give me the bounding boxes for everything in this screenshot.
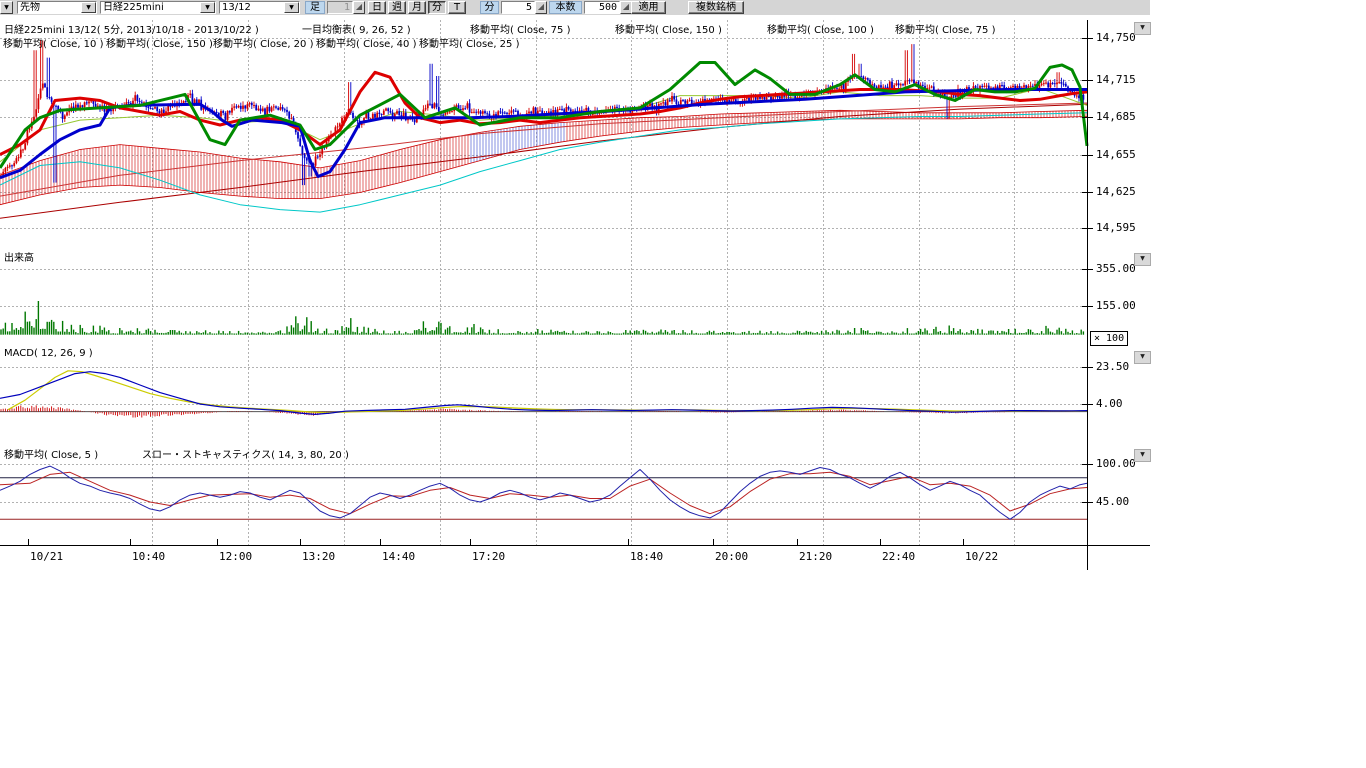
volume-panel-label: 出来高 [4,249,34,264]
y-tick-label: 14,625 [1096,185,1136,198]
x-tick-label: 20:00 [715,550,748,563]
stoch-panel-label: スロー・ストキャスティクス( 14, 3, 80, 20 ) [142,446,349,461]
y-tick-label: 355.00 [1096,262,1136,275]
x-tick-label: 22:40 [882,550,915,563]
x-tick-label: 12:00 [219,550,252,563]
legend-item: 移動平均( Close, 150 ) [106,35,213,50]
x-tick-label: 18:40 [630,550,663,563]
legend-item: 一目均衡表( 9, 26, 52 ) [302,21,411,36]
x-tick-label: 13:20 [302,550,335,563]
legend-item: 移動平均( Close, 10 ) [3,35,103,50]
legend-item: 移動平均( Close, 150 ) [615,21,722,36]
x-tick-label: 10/22 [965,550,998,563]
x-tick-label: 10:40 [132,550,165,563]
y-tick-label: 100.00 [1096,457,1136,470]
macd-panel-label: MACD( 12, 26, 9 ) [4,348,93,359]
axis-scale-dropdown-icon[interactable]: ▼ [1134,22,1151,35]
legend-item: 移動平均( Close, 25 ) [419,35,519,50]
x-tick-label: 21:20 [799,550,832,563]
legend-item: 移動平均( Close, 75 ) [895,21,995,36]
y-tick-label: 14,655 [1096,148,1136,161]
y-tick-label: 4.00 [1096,397,1123,410]
chart-canvas[interactable] [0,0,1366,768]
y-tick-label: 14,685 [1096,110,1136,123]
x-tick-label: 10/21 [30,550,63,563]
x-tick-label: 17:20 [472,550,505,563]
axis-scale-dropdown-icon[interactable]: ▼ [1134,351,1151,364]
legend-item: 移動平均( Close, 75 ) [470,21,570,36]
y-tick-label: 23.50 [1096,360,1129,373]
legend-item: 移動平均( Close, 40 ) [316,35,416,50]
app-window: ▼ 先物 ▼ 日経225mini ▼ 13/12 ▼ 足 1 ◢ 日 週 月 分… [0,0,1366,768]
legend-item: 移動平均( Close, 20 ) [213,35,313,50]
y-tick-label: 155.00 [1096,299,1136,312]
stoch-panel-label: 移動平均( Close, 5 ) [4,446,98,461]
x-tick-label: 14:40 [382,550,415,563]
y-tick-label: 45.00 [1096,495,1129,508]
volume-multiplier-badge: × 100 [1090,331,1128,346]
axis-scale-dropdown-icon[interactable]: ▼ [1134,449,1151,462]
y-tick-label: 14,715 [1096,73,1136,86]
legend-item: 日経225mini 13/12( 5分, 2013/10/18 - 2013/1… [4,21,259,36]
legend-item: 移動平均( Close, 100 ) [767,21,874,36]
y-tick-label: 14,595 [1096,221,1136,234]
axis-scale-dropdown-icon[interactable]: ▼ [1134,253,1151,266]
y-tick-label: 14,750 [1096,31,1136,44]
